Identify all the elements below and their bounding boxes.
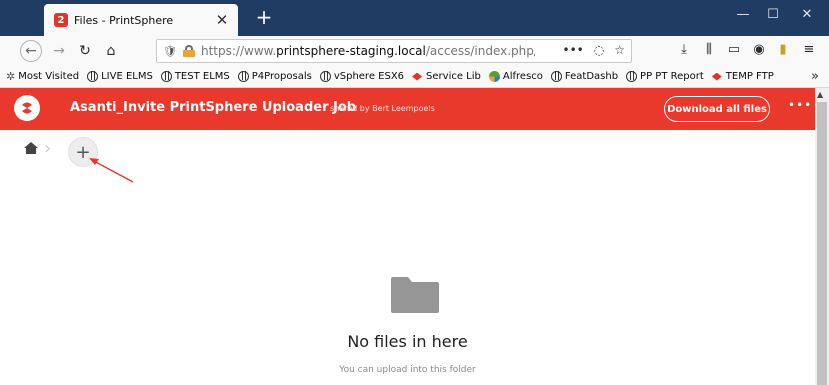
empty-state-title: No files in here <box>347 332 468 351</box>
empty-state-subtitle: You can upload into this folder <box>339 365 476 375</box>
folder-icon <box>391 277 439 313</box>
annotation-arrow-icon <box>89 158 134 183</box>
